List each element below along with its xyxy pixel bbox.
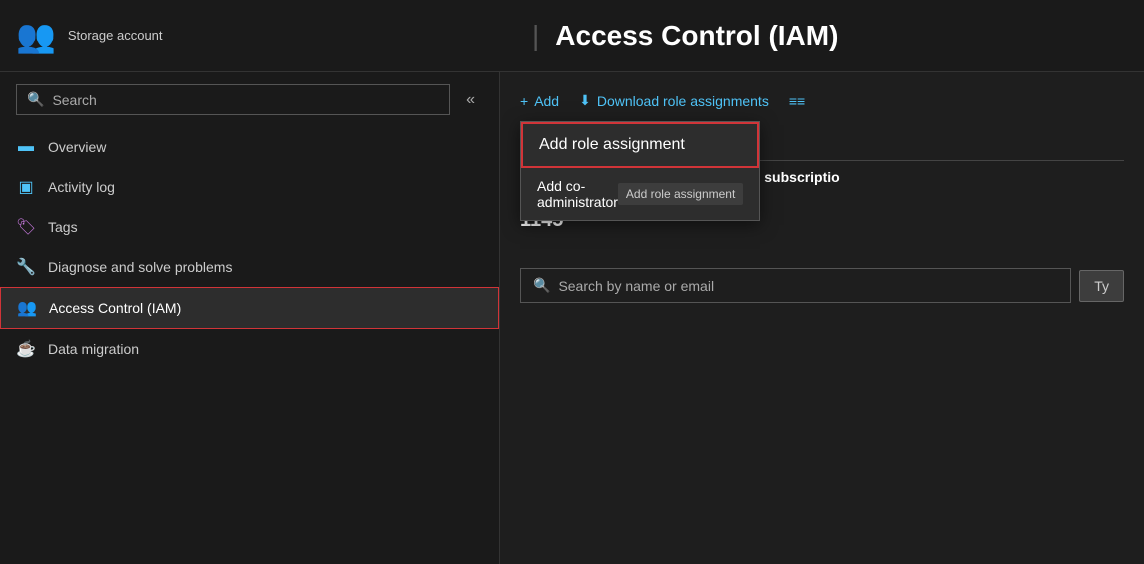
storage-account-icon: 👥 [16, 17, 56, 55]
header-subtitle: Storage account [68, 28, 163, 43]
collapse-button[interactable]: « [458, 87, 483, 113]
search-by-name-input[interactable] [558, 278, 1058, 294]
add-button[interactable]: + Add [520, 89, 559, 113]
sidebar-item-diagnose[interactable]: 🔧 Diagnose and solve problems [0, 247, 499, 287]
search-bar: 🔍 « [16, 84, 483, 115]
sidebar-item-tags[interactable]: 🏷 Tags [0, 207, 499, 247]
add-co-administrator-menuitem[interactable]: Add co-administrator Add role assignment [521, 168, 759, 220]
tags-icon: 🏷 [16, 217, 36, 237]
diagnose-icon: 🔧 [16, 257, 36, 277]
header-divider: | [532, 20, 539, 52]
data-migration-icon: ☕ [16, 339, 36, 359]
overview-icon: ▬ [16, 137, 36, 157]
add-role-assignment-label: Add role assignment [539, 136, 685, 154]
add-dropdown-menu: Add role assignment Add co-administrator… [520, 121, 760, 221]
sidebar-item-label: Diagnose and solve problems [48, 259, 232, 275]
nav-items: ▬ Overview ▣ Activity log 🏷 Tags 🔧 Diagn… [0, 127, 499, 564]
sidebar-item-label: Data migration [48, 341, 139, 357]
download-icon: ⬇ [579, 92, 591, 109]
filter-icon: ≡≡ [789, 93, 805, 109]
activity-log-icon: ▣ [16, 177, 36, 197]
toolbar: + Add Add role assignment Add co-adminis… [520, 88, 1124, 113]
page-title: Access Control (IAM) [555, 20, 838, 52]
header-left: 👥 Storage account [16, 17, 516, 55]
sidebar-item-label: Access Control (IAM) [49, 300, 181, 316]
tooltip-badge: Add role assignment [618, 183, 743, 205]
sidebar-item-data-migration[interactable]: ☕ Data migration [0, 329, 499, 369]
filter-button[interactable]: ≡≡ [789, 89, 805, 113]
sidebar-item-access-control[interactable]: 👥 Access Control (IAM) [0, 287, 499, 329]
search-bottom: 🔍 Ty [520, 268, 1124, 303]
sidebar-item-label: Activity log [48, 179, 115, 195]
search-input[interactable] [52, 92, 439, 108]
access-control-icon: 👥 [17, 298, 37, 318]
content-area: + Add Add role assignment Add co-adminis… [500, 72, 1144, 564]
type-button[interactable]: Ty [1079, 270, 1124, 302]
search-input-wrapper[interactable]: 🔍 [16, 84, 450, 115]
sidebar-item-label: Tags [48, 219, 78, 235]
add-dropdown-container: + Add Add role assignment Add co-adminis… [520, 89, 559, 113]
add-icon: + [520, 93, 528, 109]
main-layout: 🔍 « ▬ Overview ▣ Activity log 🏷 Tags 🔧 D… [0, 72, 1144, 564]
search-bottom-wrapper[interactable]: 🔍 [520, 268, 1071, 303]
sidebar-item-activity-log[interactable]: ▣ Activity log [0, 167, 499, 207]
download-label: Download role assignments [597, 93, 769, 109]
sidebar-item-label: Overview [48, 139, 106, 155]
search-icon: 🔍 [27, 91, 44, 108]
add-label: Add [534, 93, 559, 109]
search-bottom-icon: 🔍 [533, 277, 550, 294]
download-role-assignments-button[interactable]: ⬇ Download role assignments [579, 88, 769, 113]
sidebar-item-overview[interactable]: ▬ Overview [0, 127, 499, 167]
sidebar: 🔍 « ▬ Overview ▣ Activity log 🏷 Tags 🔧 D… [0, 72, 500, 564]
add-role-assignment-menuitem[interactable]: Add role assignment [521, 122, 759, 168]
header: 👥 Storage account | Access Control (IAM) [0, 0, 1144, 72]
add-co-administrator-label: Add co-administrator [537, 178, 618, 210]
